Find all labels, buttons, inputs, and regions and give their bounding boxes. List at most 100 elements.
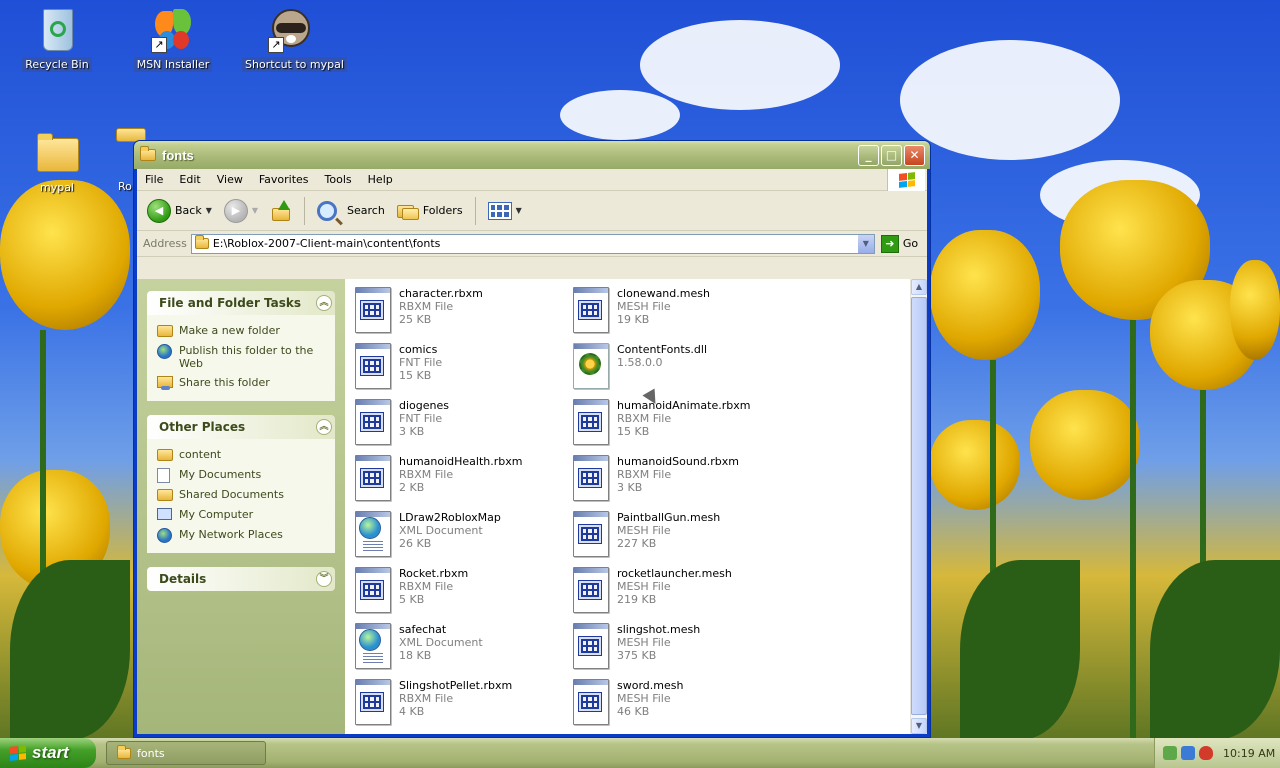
menu-file[interactable]: File bbox=[137, 173, 171, 186]
search-icon bbox=[317, 200, 338, 221]
folders-button[interactable]: Folders bbox=[393, 200, 467, 222]
views-button[interactable]: ▼ bbox=[484, 200, 526, 222]
taskbar-item-fonts[interactable]: fonts bbox=[106, 741, 266, 765]
raccoon-icon: ↗ bbox=[266, 5, 314, 53]
folder-icon bbox=[194, 235, 209, 249]
desktop-icon-msn-installer[interactable]: ↗ MSN Installer bbox=[125, 5, 221, 72]
file-item[interactable]: sword.mesh MESH File 46 KB bbox=[571, 677, 789, 733]
folder-icon bbox=[117, 744, 131, 759]
close-button[interactable]: ✕ bbox=[904, 145, 925, 166]
file-folder-tasks-header[interactable]: File and Folder Tasks ︽ bbox=[147, 291, 335, 315]
file-item[interactable]: PaintballGun.mesh MESH File 227 KB bbox=[571, 509, 789, 565]
window-titlebar[interactable]: fonts _ □ ✕ bbox=[134, 141, 930, 169]
search-label: Search bbox=[347, 204, 385, 217]
file-item[interactable]: character.rbxm RBXM File 25 KB bbox=[353, 285, 571, 341]
file-item[interactable]: safechat XML Document 18 KB bbox=[353, 621, 571, 677]
file-item[interactable]: SlingshotPellet.rbxm RBXM File 4 KB bbox=[353, 677, 571, 733]
window-controls: _ □ ✕ bbox=[858, 145, 925, 166]
expand-chevron-icon[interactable]: ︾ bbox=[316, 571, 332, 587]
msn-tray-icon[interactable] bbox=[1181, 746, 1195, 760]
system-tray: 10:19 AM bbox=[1154, 738, 1280, 768]
back-dropdown-icon[interactable]: ▼ bbox=[206, 206, 212, 215]
folders-icon bbox=[396, 202, 419, 220]
minimize-button[interactable]: _ bbox=[858, 145, 879, 166]
file-type: FNT File bbox=[399, 356, 443, 369]
generic-file-icon bbox=[353, 679, 393, 725]
address-dropdown-button[interactable]: ▼ bbox=[856, 234, 874, 253]
forward-button[interactable]: ▶ ▼ bbox=[220, 197, 262, 225]
menu-bar: File Edit View Favorites Tools Help bbox=[137, 169, 927, 191]
desktop-icon-shortcut-to-mypal[interactable]: ↗ Shortcut to mypal bbox=[242, 5, 347, 72]
maximize-button[interactable]: □ bbox=[881, 145, 902, 166]
menu-tools[interactable]: Tools bbox=[317, 173, 360, 186]
search-button[interactable]: Search bbox=[313, 199, 389, 223]
file-item[interactable]: humanoidAnimate.rbxm RBXM File 15 KB bbox=[571, 397, 789, 453]
desktop-icon-recycle-bin[interactable]: Recycle Bin bbox=[9, 5, 105, 72]
file-item[interactable]: Rocket.rbxm RBXM File 5 KB bbox=[353, 565, 571, 621]
desktop-icon-mypal[interactable]: mypal bbox=[9, 128, 105, 195]
details-header[interactable]: Details ︾ bbox=[147, 567, 335, 591]
file-item[interactable]: humanoidHealth.rbxm RBXM File 2 KB bbox=[353, 453, 571, 509]
file-item[interactable]: timebomb.meshMESH File bbox=[353, 733, 571, 734]
collapse-chevron-icon[interactable]: ︽ bbox=[316, 295, 332, 311]
scroll-thumb[interactable] bbox=[911, 297, 927, 715]
menu-edit[interactable]: Edit bbox=[171, 173, 208, 186]
file-type: RBXM File bbox=[399, 300, 454, 313]
place-content[interactable]: content bbox=[157, 445, 325, 465]
explorer-window: fonts _ □ ✕ File Edit View Favorites Too… bbox=[133, 140, 931, 738]
place-my-computer[interactable]: My Computer bbox=[157, 505, 325, 525]
file-item[interactable]: rocketlauncher.mesh MESH File 219 KB bbox=[571, 565, 789, 621]
file-size: 25 KB bbox=[399, 313, 432, 326]
file-size: 26 KB bbox=[399, 537, 432, 550]
place-my-documents[interactable]: My Documents bbox=[157, 465, 325, 485]
up-folder-button[interactable] bbox=[266, 198, 296, 224]
security-shield-icon[interactable] bbox=[1199, 746, 1213, 760]
file-type: MESH File bbox=[617, 692, 671, 705]
generic-file-icon bbox=[571, 679, 611, 725]
file-item[interactable]: comics FNT File 15 KB bbox=[353, 341, 571, 397]
file-size: 46 KB bbox=[617, 705, 650, 718]
menu-view[interactable]: View bbox=[209, 173, 251, 186]
file-grid: character.rbxm RBXM File 25 KB clonewand.me… bbox=[353, 285, 789, 734]
file-item[interactable]: trowel.meshMESH File bbox=[571, 733, 789, 734]
go-button[interactable]: ➜ Go bbox=[880, 234, 919, 253]
network-tray-icon[interactable] bbox=[1163, 746, 1177, 760]
file-name: humanoidHealth.rbxm bbox=[399, 455, 523, 468]
file-item[interactable]: clonewand.mesh MESH File 19 KB bbox=[571, 285, 789, 341]
go-label: Go bbox=[902, 237, 919, 250]
shortcut-arrow-icon: ↗ bbox=[151, 37, 167, 53]
file-size: 219 KB bbox=[617, 593, 657, 606]
file-item[interactable]: ContentFonts.dll 1.58.0.0 bbox=[571, 341, 789, 397]
address-bar: Address E:\Roblox-2007-Client-main\conte… bbox=[137, 231, 927, 257]
folder-icon bbox=[157, 449, 173, 461]
file-item[interactable]: slingshot.mesh MESH File 375 KB bbox=[571, 621, 789, 677]
collapse-chevron-icon[interactable]: ︽ bbox=[316, 419, 332, 435]
file-item[interactable]: LDraw2RobloxMap XML Document 26 KB bbox=[353, 509, 571, 565]
start-button[interactable]: start bbox=[0, 738, 96, 768]
place-my-network-places[interactable]: My Network Places bbox=[157, 525, 325, 545]
task-publish-folder-web[interactable]: Publish this folder to the Web bbox=[157, 341, 325, 373]
place-label: My Documents bbox=[179, 468, 262, 481]
task-make-new-folder[interactable]: Make a new folder bbox=[157, 321, 325, 341]
file-item[interactable]: humanoidSound.rbxm RBXM File 3 KB bbox=[571, 453, 789, 509]
clock[interactable]: 10:19 AM bbox=[1223, 747, 1275, 760]
task-share-folder[interactable]: Share this folder bbox=[157, 373, 325, 393]
file-type: RBXM File bbox=[399, 692, 454, 705]
other-places-header[interactable]: Other Places ︽ bbox=[147, 415, 335, 439]
scroll-down-button[interactable]: ▼ bbox=[911, 718, 927, 734]
scroll-up-button[interactable]: ▲ bbox=[911, 279, 927, 295]
menu-help[interactable]: Help bbox=[360, 173, 401, 186]
file-type: XML Document bbox=[399, 524, 483, 537]
file-item[interactable]: diogenes FNT File 3 KB bbox=[353, 397, 571, 453]
place-label: My Computer bbox=[179, 508, 254, 521]
panel-title: Details bbox=[159, 572, 207, 586]
menu-favorites[interactable]: Favorites bbox=[251, 173, 317, 186]
place-shared-documents[interactable]: Shared Documents bbox=[157, 485, 325, 505]
vertical-scrollbar[interactable]: ▲ ▼ bbox=[910, 279, 927, 734]
back-button[interactable]: ◀ Back ▼ bbox=[143, 197, 216, 225]
generic-file-icon bbox=[353, 343, 393, 389]
msn-butterfly-icon: ↗ bbox=[149, 5, 197, 53]
documents-icon bbox=[157, 468, 170, 483]
place-label: My Network Places bbox=[179, 528, 283, 541]
address-input[interactable]: E:\Roblox-2007-Client-main\content\fonts… bbox=[190, 233, 875, 254]
